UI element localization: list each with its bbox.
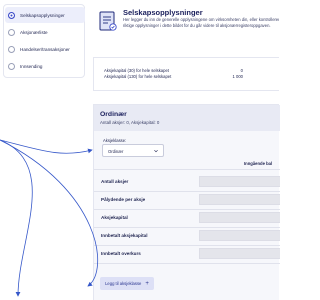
aksjekapital-input[interactable]: [199, 212, 280, 223]
share-class-header: Ordinær Antall aksjer: 0, Aksjekapital: …: [94, 105, 280, 131]
row-label: Aksjekapital: [101, 215, 128, 220]
sidebar: Selskapsopplysninger Aksjonærliste Hande…: [0, 0, 88, 300]
app-root: Selskapsopplysninger Aksjonærliste Hande…: [0, 0, 280, 300]
chevron-down-icon: [154, 149, 158, 153]
capital-label: Aksjekapital (30) for hele selskapet: [104, 68, 169, 73]
row-label: Innbetalt overkurs: [101, 251, 141, 256]
palydende-input[interactable]: [199, 194, 280, 205]
capital-label: Aksjekapital (130) for hele selskapet: [104, 74, 172, 79]
plus-icon: +: [145, 280, 149, 287]
capital-summary: Aksjekapital (30) for hele selskapet 0 A…: [93, 57, 279, 91]
page-description-line: riktige opplysninger i dette bildet for …: [123, 23, 271, 28]
divider: [94, 169, 280, 170]
row-label: Pålydende per aksje: [101, 197, 146, 202]
innbetalt-overkurs-input[interactable]: [199, 248, 280, 259]
divider: [94, 263, 280, 264]
divider: [94, 191, 280, 192]
sidebar-item-label: Innsending: [20, 63, 43, 69]
sidebar-item-label: Handelser/transaksjoner: [20, 46, 70, 52]
step-radio-icon: [8, 45, 15, 53]
share-class-title: Ordinær: [100, 111, 127, 118]
document-icon: [99, 11, 117, 31]
capital-value: 1 000: [232, 74, 243, 79]
row-label: Antall aksjer: [101, 179, 129, 184]
share-class-subtitle: Antall aksjer: 0, Aksjekapital: 0: [100, 120, 160, 125]
column-header: Inngående bal: [244, 161, 273, 166]
divider: [94, 227, 280, 228]
main-content: Selskapsopplysninger Her legger du inn d…: [88, 0, 280, 300]
sidebar-item-selskapsopplysninger[interactable]: Selskapsopplysninger: [5, 7, 85, 23]
sidebar-item-label: Selskapsopplysninger: [20, 12, 65, 18]
step-list: Selskapsopplysninger Aksjonærliste Hande…: [3, 4, 85, 78]
step-radio-icon: [8, 62, 15, 70]
sidebar-item-aksjonaerliste[interactable]: Aksjonærliste: [8, 24, 48, 40]
add-share-class-label: Legg til aksjeklasse: [105, 281, 142, 286]
add-share-class-button[interactable]: Legg til aksjeklasse +: [100, 277, 154, 290]
sidebar-item-handelser[interactable]: Handelser/transaksjoner: [8, 41, 70, 57]
share-class-select-value: Ordinær: [108, 149, 124, 154]
sidebar-item-innsending[interactable]: Innsending: [8, 58, 42, 74]
share-class-card: Ordinær Antall aksjer: 0, Aksjekapital: …: [93, 104, 280, 300]
antall-aksjer-input[interactable]: [199, 176, 280, 187]
row-label: Innbetalt aksjekapital: [101, 233, 148, 238]
innbetalt-aksjekapital-input[interactable]: [199, 230, 280, 241]
divider: [94, 245, 280, 246]
sidebar-item-label: Aksjonærliste: [20, 29, 48, 35]
page-description: Her legger du inn de generelle opplysnin…: [123, 17, 279, 29]
divider: [94, 209, 280, 210]
page-title: Selskapsopplysninger: [123, 8, 203, 17]
share-class-select-label: Aksjeklasse:: [103, 138, 127, 143]
step-radio-icon: [8, 28, 15, 36]
share-class-select[interactable]: Ordinær: [102, 144, 164, 157]
step-radio-icon: [8, 11, 15, 19]
capital-value: 0: [240, 68, 243, 73]
